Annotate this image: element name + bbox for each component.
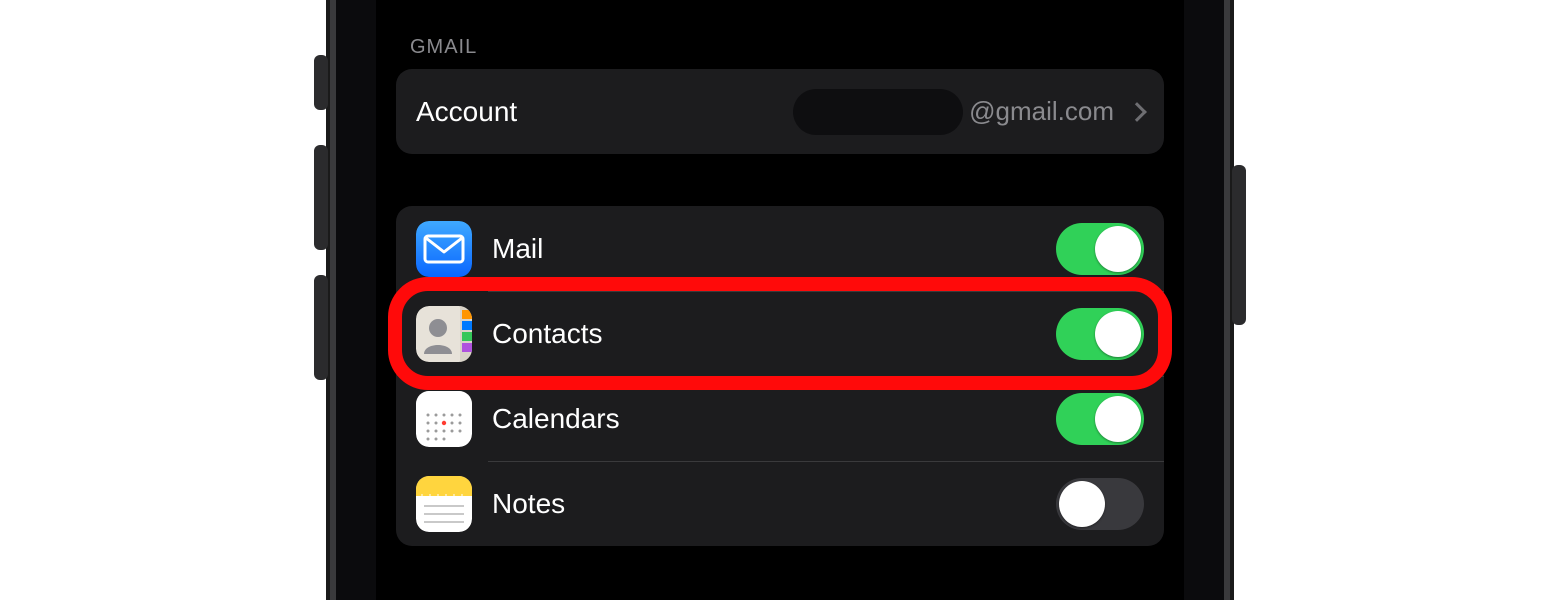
side-button [1232, 165, 1246, 325]
services-group: Mail [396, 206, 1164, 546]
mail-row: Mail [396, 206, 1164, 291]
calendars-label: Calendars [492, 403, 620, 435]
phone-screen: GMAIL Account @gmail.com [376, 0, 1184, 600]
contacts-row: Contacts [396, 291, 1164, 376]
contacts-icon [416, 306, 472, 362]
account-group: Account @gmail.com [396, 69, 1164, 154]
account-label: Account [416, 96, 517, 128]
mute-switch [314, 55, 328, 110]
contacts-toggle[interactable] [1056, 308, 1144, 360]
volume-down-button [314, 275, 328, 380]
notes-label: Notes [492, 488, 565, 520]
notes-row: Notes [396, 461, 1164, 546]
calendars-row: Calendars [396, 376, 1164, 461]
volume-up-button [314, 145, 328, 250]
mail-icon [416, 221, 472, 277]
notes-icon [416, 476, 472, 532]
account-row[interactable]: Account @gmail.com [396, 69, 1164, 154]
mail-toggle[interactable] [1056, 223, 1144, 275]
section-header-gmail: GMAIL [396, 10, 1164, 69]
contacts-label: Contacts [492, 318, 603, 350]
calendars-toggle[interactable] [1056, 393, 1144, 445]
account-redacted [793, 89, 963, 135]
mail-label: Mail [492, 233, 543, 265]
account-value: @gmail.com [969, 96, 1114, 127]
chevron-right-icon [1127, 102, 1147, 122]
phone-frame: GMAIL Account @gmail.com [326, 0, 1234, 600]
notes-toggle[interactable] [1056, 478, 1144, 530]
calendar-icon [416, 391, 472, 447]
